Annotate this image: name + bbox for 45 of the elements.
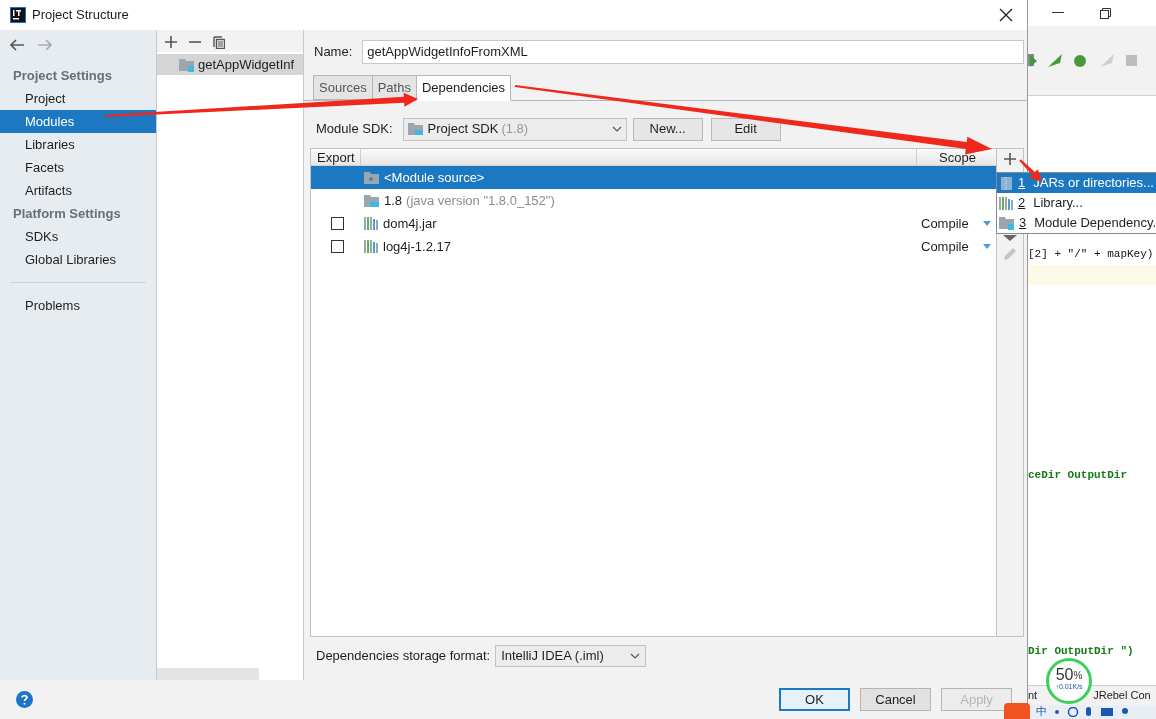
sidebar-item[interactable]: Modules (0, 110, 156, 133)
name-label: Name: (314, 43, 353, 62)
menu-item[interactable]: 3 Module Dependency. (997, 213, 1156, 233)
ime-indicator[interactable]: 中 (1036, 706, 1047, 718)
sidebar-item[interactable]: Libraries (0, 133, 156, 156)
dependency-row[interactable]: <Module source> (311, 166, 996, 189)
dialog-button[interactable]: OK (779, 688, 850, 711)
menu-item[interactable]: 2 Library... (997, 193, 1156, 213)
dependency-name: 1.8 (384, 191, 403, 210)
module-item[interactable]: getAppWidgetInf (157, 54, 303, 75)
storage-format-label: Dependencies storage format: (316, 647, 491, 666)
window-title: Project Structure (32, 6, 129, 25)
dependency-detail: (java version "1.8.0_152") (406, 191, 555, 210)
scope-value[interactable]: Compile (921, 236, 969, 257)
sdk-button[interactable]: New... (632, 117, 703, 141)
code-line: [2] + "/" + mapKey) (1028, 247, 1154, 262)
tab[interactable]: Dependencies (415, 75, 512, 101)
section-heading: Platform Settings (12, 205, 122, 223)
section-heading: Project Settings (12, 67, 113, 85)
sidebar-item[interactable]: SDKs (0, 225, 156, 248)
status-tab[interactable]: JRebel Con (1093, 687, 1151, 704)
dependency-row[interactable]: dom4j.jar Compile (311, 212, 996, 235)
dependency-row[interactable]: log4j-1.2.17 Compile (311, 235, 996, 258)
sdk-button[interactable]: Edit (710, 117, 781, 141)
sidebar-item[interactable]: Project (0, 87, 156, 110)
dependency-name: dom4j.jar (383, 214, 437, 233)
sidebar-item[interactable]: Facets (0, 156, 156, 179)
menu-item[interactable]: 1 JARs or directories... (997, 173, 1156, 193)
tab[interactable]: Sources (313, 75, 373, 100)
module-sdk-label: Module SDK: (316, 120, 393, 139)
scope-value[interactable]: Compile (921, 213, 969, 234)
sidebar-item[interactable]: Artifacts (0, 179, 156, 202)
sidebar-item[interactable]: Global Libraries (0, 248, 156, 271)
storage-format-dropdown[interactable]: IntelliJ IDEA (.iml) (495, 645, 647, 667)
code-line: Dir OutputDir ") (1028, 644, 1134, 659)
dependency-name: log4j-1.2.17 (383, 237, 451, 256)
code-line: ceDir OutputDir (1028, 468, 1128, 483)
status-tab[interactable]: nt (1028, 687, 1038, 704)
dependency-row[interactable]: 1.8 (java version "1.8.0_152") (311, 189, 996, 212)
sidebar-item[interactable]: Problems (0, 294, 156, 317)
column-header[interactable]: Export (311, 149, 361, 165)
name-field[interactable]: getAppWidgetInfoFromXML (362, 40, 1024, 64)
sdk-dropdown[interactable]: Project SDK (1.8) (402, 117, 627, 141)
dialog-button[interactable]: Cancel (860, 688, 931, 711)
dependency-name: <Module source> (384, 168, 485, 187)
